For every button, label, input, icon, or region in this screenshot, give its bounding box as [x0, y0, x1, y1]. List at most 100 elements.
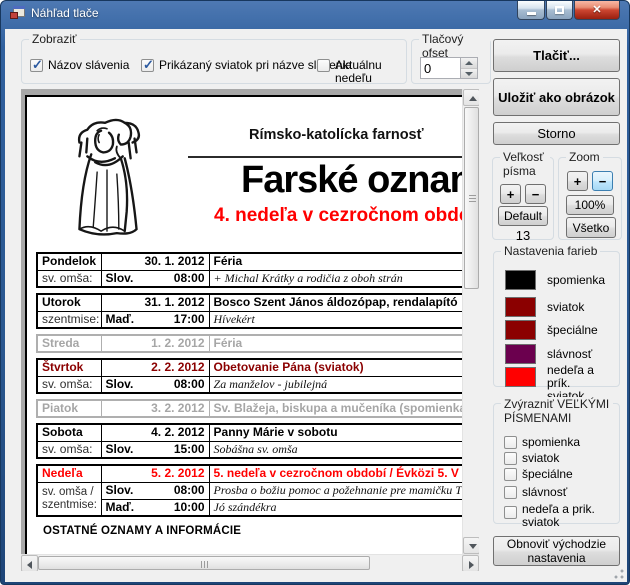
hl-checkbox-nedela[interactable]: nedeľa a prik.sviatok: [504, 503, 595, 529]
hl-checkbox-sviatok[interactable]: sviatok: [504, 452, 559, 465]
mass-label-cell: sv. omša:: [37, 376, 101, 393]
color-label: slávnosť: [547, 348, 592, 361]
scroll-down-button[interactable]: [463, 537, 479, 554]
celebration-cell: Bosco Szent János áldozópap, rendalapító: [209, 294, 479, 311]
day-cell: Streda: [37, 335, 101, 352]
up-arrow-icon: [469, 96, 477, 101]
language-cell: Slov.: [101, 441, 139, 458]
font-size-value: 13: [493, 228, 553, 243]
titlebar[interactable]: Náhľad tlače ✕: [1, 1, 629, 29]
date-cell: 4. 2. 2012: [101, 424, 209, 441]
hl-checkbox-specialne[interactable]: špeciálne: [504, 468, 573, 481]
language-cell: Slov.: [101, 376, 139, 393]
celebration-cell: Féria: [209, 335, 479, 352]
celebration-cell: Féria: [209, 253, 479, 270]
vertical-scroll-thumb[interactable]: [464, 107, 479, 289]
print-button[interactable]: Tlačiť...: [493, 39, 620, 72]
checkbox-icon[interactable]: [504, 468, 517, 481]
day-cell: Štvrtok: [37, 359, 101, 376]
offset-input[interactable]: [421, 58, 460, 78]
offset-spin-down[interactable]: [461, 69, 477, 79]
time-cell: 15:00: [139, 441, 209, 458]
color-swatch-slavnost[interactable]: [505, 344, 536, 364]
offset-group-label: Tlačový ofset: [419, 32, 490, 60]
save-as-image-button[interactable]: Uložiť ako obrázok: [493, 78, 620, 116]
resize-grip[interactable]: [613, 568, 625, 580]
font-size-increase-button[interactable]: +: [500, 184, 521, 204]
zoom-group: Zoom + − 100% Všetko: [558, 157, 622, 240]
good-shepherd-logo: [57, 113, 157, 241]
mass-label-cell: sv. omša / szentmise:: [37, 482, 101, 516]
color-swatch-nedela[interactable]: [505, 367, 536, 387]
close-button[interactable]: ✕: [574, 1, 620, 20]
date-cell: 3. 2. 2012: [101, 400, 209, 417]
checkbox-icon[interactable]: [504, 506, 517, 519]
horizontal-scroll-thumb[interactable]: [38, 556, 370, 570]
color-swatch-spomienka[interactable]: [505, 270, 536, 290]
intention-cell: Hívekért: [209, 311, 479, 328]
zoom-group-label: Zoom: [566, 150, 603, 164]
day-cell: Utorok: [37, 294, 101, 311]
celebration-cell: Sv. Blažeja, biskupa a mučeníka (spomien…: [209, 400, 479, 417]
zoom-out-button[interactable]: −: [592, 171, 613, 191]
checkbox-aktualnu-nedelu[interactable]: Aktuálnu nedeľu: [317, 59, 406, 85]
day-block-saturday: Sobota 4. 2. 2012 Panny Márie v sobotu s…: [36, 423, 479, 459]
font-size-default-button[interactable]: Default: [498, 206, 548, 226]
time-cell: 10:00: [139, 499, 209, 516]
color-label: spomienka: [547, 274, 605, 287]
color-label: sviatok: [547, 301, 584, 314]
offset-spinner[interactable]: [420, 57, 478, 79]
minimize-icon: [527, 12, 536, 15]
window-title: Náhľad tlače: [31, 6, 99, 20]
scroll-up-button[interactable]: [463, 89, 479, 106]
checkbox-icon[interactable]: [141, 59, 154, 72]
checkbox-icon[interactable]: [504, 452, 517, 465]
preview-panel: Rímsko-katolícka farnosť Farské oznamy 4…: [21, 89, 479, 571]
minimize-button[interactable]: [517, 1, 545, 20]
preview-vertical-scrollbar[interactable]: [462, 89, 479, 554]
hl-checkbox-slavnost[interactable]: slávnosť: [504, 486, 567, 499]
language-cell: Maď.: [101, 311, 139, 328]
color-settings-label: Nastavenia farieb: [501, 244, 600, 258]
preview-horizontal-scrollbar[interactable]: [21, 554, 479, 571]
cancel-button[interactable]: Storno: [493, 122, 620, 145]
client-area: Zobraziť Názov slávenia Prikázaný sviato…: [5, 29, 627, 582]
thumb-grip: [469, 198, 476, 199]
offset-spin-up[interactable]: [461, 58, 477, 69]
zoom-fit-all-button[interactable]: Všetko: [566, 217, 616, 238]
document-subtitle: 4. nedeľa v cezročnom období: [214, 205, 479, 227]
time-cell: 17:00: [139, 311, 209, 328]
day-block-tuesday: Utorok 31. 1. 2012 Bosco Szent János áld…: [36, 293, 479, 329]
intention-cell: + Michal Krátky a rodičia z oboh strán: [209, 270, 479, 287]
day-block-sunday: Nedeľa 5. 2. 2012 5. nedeľa v cezročnom …: [36, 464, 479, 517]
thumb-grip: [204, 561, 205, 568]
app-icon: [10, 5, 26, 21]
day-cell: Sobota: [37, 424, 101, 441]
color-swatch-specialne[interactable]: [505, 320, 536, 340]
zoom-100-button[interactable]: 100%: [566, 195, 614, 215]
checkbox-nazov-slavenia[interactable]: Názov slávenia: [30, 59, 129, 72]
mass-label-cell: sv. omša:: [37, 270, 101, 287]
parish-name: Rímsko-katolícka farnosť: [249, 127, 424, 143]
hl-checkbox-spomienka[interactable]: spomienka: [504, 436, 580, 449]
checkbox-icon[interactable]: [504, 436, 517, 449]
intention-cell: Prosba o božiu pomoc a požehnanie pre ma…: [209, 482, 479, 499]
time-cell: 08:00: [139, 376, 209, 393]
scroll-left-button[interactable]: [21, 555, 38, 571]
show-options-group: Zobraziť Názov slávenia Prikázaný sviato…: [21, 39, 407, 84]
intention-cell: Jó szándékra: [209, 499, 479, 516]
checkbox-icon[interactable]: [317, 59, 330, 72]
font-size-decrease-button[interactable]: −: [525, 184, 546, 204]
color-swatch-sviatok[interactable]: [505, 297, 536, 317]
highlight-group-label: Zvýrazniť VEĽKÝMI PÍSMENAMI: [501, 397, 613, 425]
checkbox-icon[interactable]: [504, 486, 517, 499]
maximize-button[interactable]: [546, 1, 573, 20]
checkbox-icon[interactable]: [30, 59, 43, 72]
scroll-right-button[interactable]: [462, 555, 479, 571]
day-block-monday: Pondelok 30. 1. 2012 Féria sv. omša: Slo…: [36, 252, 479, 288]
schedule-table: Pondelok 30. 1. 2012 Féria sv. omša: Slo…: [36, 252, 479, 522]
restore-defaults-button[interactable]: Obnoviť východzie nastavenia: [493, 536, 620, 566]
celebration-cell: Obetovanie Pána (sviatok): [209, 359, 479, 376]
font-size-group-label: Veľkosť písma: [500, 150, 550, 178]
zoom-in-button[interactable]: +: [567, 171, 588, 191]
